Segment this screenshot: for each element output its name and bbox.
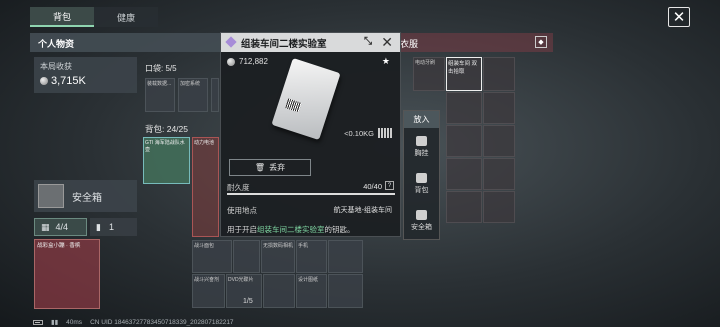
key-card-slot[interactable]: 组装车间 双击拾取 [446, 57, 482, 91]
put-in-safe-box[interactable]: 安全箱 [404, 202, 439, 239]
safe-box-icon [38, 184, 64, 208]
backpack-icon [416, 172, 427, 183]
chest-rig-icon: ▦ [41, 221, 50, 232]
bag-item[interactable] [328, 274, 363, 308]
chest-rig-icon [416, 135, 427, 146]
earnings-box: 本局收获 3,715K [34, 57, 137, 93]
bag-item-battery[interactable]: 动力电池 [192, 137, 219, 237]
coin-icon [227, 57, 235, 66]
bag-item[interactable]: 无损数码相机 [261, 240, 295, 273]
bag-item[interactable]: 战斗兴奋剂 [192, 274, 225, 308]
signal-icon: ▮▮ [51, 319, 59, 326]
safe-box-label: 安全箱 [72, 192, 102, 204]
settings-icon[interactable]: ◆ [535, 36, 547, 48]
earnings-value: 3,715K [51, 75, 86, 87]
popup-title-bar: 组装车间二楼实验室 ⤡ ✕ [221, 33, 400, 52]
durability-bar [227, 193, 395, 195]
bag-item[interactable]: 手机 [296, 240, 327, 273]
close-icon[interactable]: ✕ [381, 34, 393, 51]
ammo-icon: ▮ [96, 221, 101, 232]
clothes-header-label: 衣服 [400, 39, 419, 49]
clothes-slot[interactable] [446, 125, 482, 157]
ammo-count-value: 1 [108, 222, 114, 232]
popup-title: 组装车间二楼实验室 [241, 38, 327, 50]
clothes-slot[interactable] [483, 92, 515, 124]
key-card-image [271, 57, 341, 141]
ammo-count[interactable]: ▮ 1 [90, 218, 137, 236]
clothes-slot[interactable] [483, 57, 515, 91]
rarity-diamond-icon [225, 36, 237, 48]
trash-icon: 🗑 [254, 163, 266, 172]
clothes-slot[interactable] [483, 125, 515, 157]
item-description: 用于开启组装车间二楼实验室的钥匙。 [227, 225, 355, 234]
coin-icon [40, 77, 48, 85]
close-icon[interactable]: ✕ [668, 7, 690, 27]
durability-label: 耐久度 [227, 183, 250, 192]
chest-rig-count[interactable]: ▦ 4/4 [34, 218, 87, 236]
clothes-slot[interactable] [483, 191, 515, 223]
earnings-value-row: 3,715K [40, 75, 131, 87]
uid-text: CN UID 18463727783450718339_202807182217 [90, 318, 234, 326]
item-weight-value: <0.10KG [344, 128, 374, 138]
top-tabs: 背包 健康 [30, 7, 158, 27]
use-location-label: 使用地点 [227, 206, 257, 215]
gift-item[interactable]: 战彩盒小蹦 · 香槟 [34, 239, 100, 309]
personal-supplies-header: 个人物资 [30, 33, 228, 52]
bag-item[interactable] [233, 240, 260, 273]
stack-count: 1/5 [243, 298, 253, 305]
item-weight: <0.10KG [344, 128, 392, 138]
clothes-slot[interactable] [446, 191, 482, 223]
safe-box-icon [416, 209, 427, 220]
battery-icon [33, 319, 43, 325]
favorite-star-icon[interactable]: ★ [382, 56, 390, 67]
bag-item[interactable]: 战斗面包 [192, 240, 232, 273]
safe-box[interactable]: 安全箱 [34, 180, 137, 212]
bag-item-canteen[interactable]: GTI 海军陆战队水壶 [143, 137, 190, 184]
bag-item[interactable] [263, 274, 295, 308]
put-in-chest-rig[interactable]: 胸挂 [404, 128, 439, 165]
item-price-value: 712,882 [239, 57, 268, 66]
clothes-slot[interactable] [446, 158, 482, 190]
clothes-slot[interactable] [446, 92, 482, 124]
tab-health[interactable]: 健康 [94, 7, 158, 27]
clothes-slot[interactable] [483, 158, 515, 190]
item-detail-popup: 组装车间二楼实验室 ⤡ ✕ 712,882 ★ <0.10KG 🗑 丢弃 耐久度… [220, 32, 401, 237]
clothes-slot[interactable]: 电动牙刷 [413, 57, 445, 91]
item-price: 712,882 [227, 57, 268, 66]
discard-button[interactable]: 🗑 丢弃 [229, 159, 311, 176]
pocket-slot[interactable]: 装载数据... [145, 78, 175, 112]
durability-value: 40/40 [363, 182, 382, 191]
bag-item[interactable]: 设计图纸 [296, 274, 327, 308]
help-icon[interactable]: ? [385, 181, 394, 190]
gift-item-label: 战彩盒小蹦 · 香槟 [37, 243, 81, 249]
bag-item[interactable] [328, 240, 363, 273]
ping-value: 40ms [66, 318, 83, 326]
size-grid-icon [378, 128, 392, 138]
put-in-title: 放入 [404, 111, 439, 128]
put-in-backpack[interactable]: 背包 [404, 165, 439, 202]
put-in-menu: 放入 胸挂 背包 安全箱 [403, 110, 440, 240]
pocket-label: 口袋: 5/5 [145, 64, 177, 73]
collapse-icon[interactable]: ⤡ [364, 36, 372, 47]
bag-label: 背包: 24/25 [145, 124, 188, 134]
status-footer: ▮▮ 40ms CN UID 18463727783450718339_2028… [33, 318, 234, 326]
use-location-value: 航天基地-组装车间 [333, 207, 392, 214]
chest-rig-count-value: 4/4 [55, 222, 69, 232]
earnings-label: 本局收获 [40, 62, 72, 71]
clothes-header: 衣服 ◆ [378, 33, 553, 52]
tab-backpack[interactable]: 背包 [30, 7, 94, 27]
pocket-slot[interactable]: 加密系统 [178, 78, 208, 112]
pocket-slot[interactable] [211, 78, 219, 112]
